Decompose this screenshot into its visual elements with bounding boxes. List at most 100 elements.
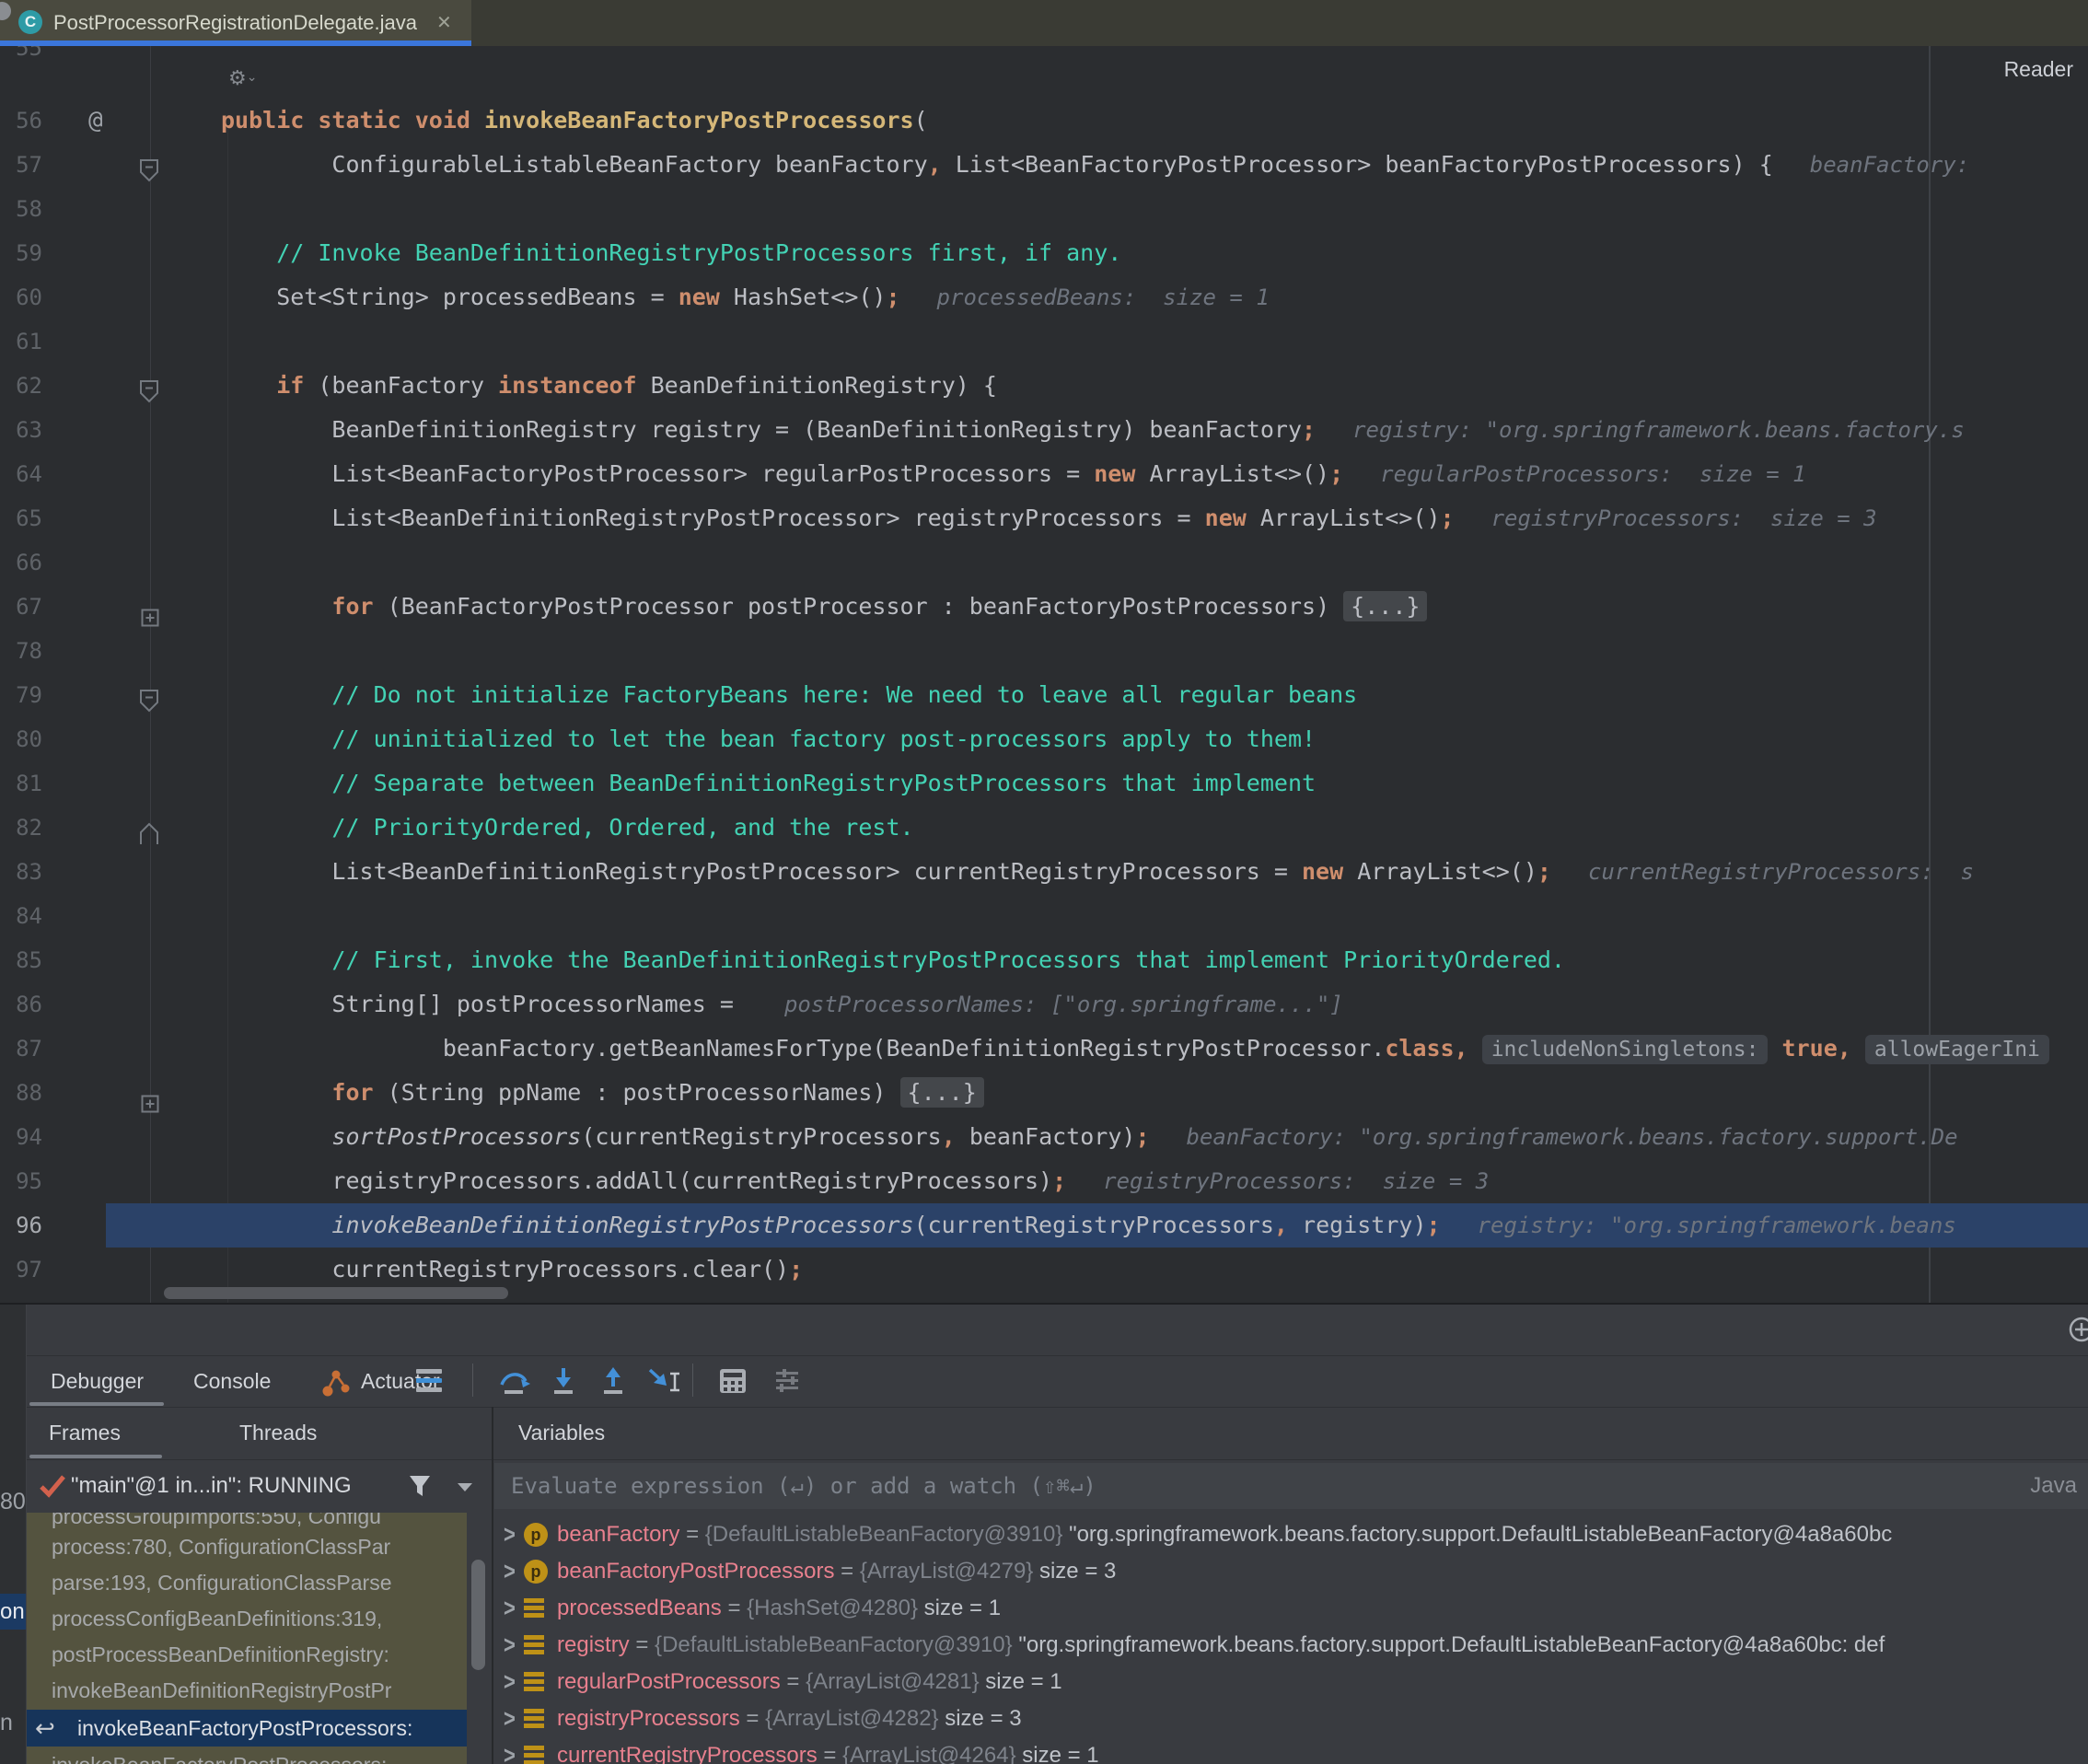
variable-row[interactable]: >processedBeans = {HashSet@4280} size = … [494, 1591, 2088, 1626]
code-line-59: 59 // Invoke BeanDefinitionRegistryPostP… [0, 231, 2088, 275]
line-number[interactable]: 80 [0, 717, 42, 761]
tab-debugger[interactable]: Debugger [51, 1355, 144, 1407]
line-number[interactable]: 62 [0, 364, 42, 408]
parameter-icon: p [524, 1560, 548, 1584]
debugger-inline-hint: beanFactory: [1810, 152, 1983, 178]
tab-frames-underline [29, 1455, 162, 1458]
tab-threads[interactable]: Threads [239, 1407, 317, 1459]
code-editor[interactable]: 5556@public static void invokeBeanFactor… [0, 46, 2088, 1303]
line-number[interactable]: 85 [0, 938, 42, 982]
code-line-79: 79 // Do not initialize FactoryBeans her… [0, 673, 2088, 717]
code-line-86: 86 String[] postProcessorNames = postPro… [0, 982, 2088, 1027]
layout-settings-icon[interactable] [771, 1365, 805, 1401]
edge-fragment: n [0, 1710, 26, 1741]
expand-chevron-icon[interactable]: > [504, 1665, 516, 1700]
debugger-inline-hint: registry: "org.springframework.beans.fac… [1352, 417, 1965, 443]
panel-divider[interactable] [492, 1407, 493, 1764]
line-number[interactable]: 59 [0, 231, 42, 275]
variables-list[interactable]: >pbeanFactory = {DefaultListableBeanFact… [494, 1513, 2088, 1764]
expand-chevron-icon[interactable]: > [504, 1628, 516, 1663]
line-number[interactable]: 83 [0, 850, 42, 894]
line-number[interactable]: 55 [0, 46, 42, 70]
frames-list[interactable]: processGroupImports:550, Configuprocess:… [26, 1513, 467, 1764]
expand-chevron-icon[interactable]: > [504, 1591, 516, 1626]
evaluate-expression-input[interactable]: Evaluate expression (↵) or add a watch (… [494, 1463, 2088, 1509]
run-to-cursor-icon[interactable] [646, 1365, 681, 1403]
circle-plus-icon[interactable] [2068, 1316, 2088, 1348]
local-variable-icon [524, 1707, 546, 1736]
reader-mode-label[interactable]: Reader [2004, 57, 2073, 82]
variable-row[interactable]: >registryProcessors = {ArrayList@4282} s… [494, 1701, 2088, 1736]
filter-funnel-icon[interactable] [406, 1473, 434, 1503]
line-number[interactable]: 60 [0, 275, 42, 319]
line-number[interactable]: 64 [0, 452, 42, 496]
left-edge-strip: 80 n [0, 1305, 27, 1764]
line-number[interactable]: 65 [0, 496, 42, 540]
debugger-inline-hint: registryProcessors: size = 3 [1103, 1168, 1489, 1194]
close-icon[interactable]: ✕ [436, 0, 452, 46]
stack-frame-selected[interactable]: ↩invokeBeanFactoryPostProcessors: [26, 1710, 467, 1747]
line-number[interactable]: 58 [0, 187, 42, 231]
line-number[interactable]: 66 [0, 540, 42, 585]
code-line-78: 78 [0, 629, 2088, 673]
line-number[interactable]: 81 [0, 761, 42, 806]
stack-frame[interactable]: process:780, ConfigurationClassPar [26, 1529, 467, 1564]
editor-tab[interactable]: C PostProcessorRegistrationDelegate.java… [0, 0, 471, 46]
expand-chevron-icon[interactable]: > [504, 1517, 516, 1552]
line-number[interactable]: 95 [0, 1159, 42, 1203]
line-number[interactable]: 82 [0, 806, 42, 850]
variable-row[interactable]: >pbeanFactoryPostProcessors = {ArrayList… [494, 1554, 2088, 1589]
code-line-85: 85 // First, invoke the BeanDefinitionRe… [0, 938, 2088, 982]
code-line-96: 96 invokeBeanDefinitionRegistryPostProce… [0, 1203, 2088, 1248]
tab-frames[interactable]: Frames [49, 1407, 121, 1459]
stack-frame[interactable]: invokeBeanFactoryPostProcessors: [26, 1747, 467, 1764]
evaluate-calculator-icon[interactable] [716, 1365, 749, 1401]
edge-fragment-selected: on [0, 1594, 26, 1630]
stack-frame[interactable]: parse:193, ConfigurationClassParse [26, 1565, 467, 1600]
thread-selector[interactable]: "main"@1 in...in": RUNNING [27, 1459, 492, 1513]
step-out-icon[interactable] [597, 1365, 630, 1403]
step-over-icon[interactable] [497, 1365, 530, 1403]
editor-tab-bar: C PostProcessorRegistrationDelegate.java… [0, 0, 2088, 46]
line-number[interactable]: 86 [0, 982, 42, 1027]
line-number[interactable]: 96 [0, 1203, 42, 1248]
code-line-57: 57 ConfigurableListableBeanFactory beanF… [0, 143, 2088, 187]
variable-row[interactable]: >registry = {DefaultListableBeanFactory@… [494, 1628, 2088, 1663]
layout-menu-icon[interactable] [416, 1369, 442, 1397]
stack-frame[interactable]: postProcessBeanDefinitionRegistry: [26, 1637, 467, 1672]
line-number[interactable]: 97 [0, 1248, 42, 1292]
step-into-icon[interactable] [547, 1365, 580, 1403]
line-number[interactable]: 56 [0, 99, 42, 143]
stack-frame[interactable]: processConfigBeanDefinitions:319, [26, 1601, 467, 1636]
frames-scrollbar[interactable] [471, 1560, 485, 1670]
expand-chevron-icon[interactable]: > [504, 1554, 516, 1589]
line-number[interactable]: 84 [0, 894, 42, 938]
line-number[interactable]: 88 [0, 1071, 42, 1115]
code-line-97: 97 currentRegistryProcessors.clear(); [0, 1248, 2088, 1292]
line-number[interactable]: 63 [0, 408, 42, 452]
code-line-58: 58 [0, 187, 2088, 231]
line-number[interactable]: 87 [0, 1027, 42, 1071]
line-number[interactable]: 78 [0, 629, 42, 673]
line-number[interactable]: 57 [0, 143, 42, 187]
variable-row[interactable]: >pbeanFactory = {DefaultListableBeanFact… [494, 1517, 2088, 1552]
variable-row[interactable]: >regularPostProcessors = {ArrayList@4281… [494, 1665, 2088, 1700]
annotated-gutter-icon[interactable]: @ [88, 99, 103, 143]
code-vision-gear-icon[interactable]: ⚙⌄ [228, 66, 257, 90]
stack-frame[interactable]: invokeBeanDefinitionRegistryPostPr [26, 1673, 467, 1708]
variable-row[interactable]: >currentRegistryProcessors = {ArrayList@… [494, 1738, 2088, 1764]
code-line-94: 94 sortPostProcessors(currentRegistryPro… [0, 1115, 2088, 1159]
expand-chevron-icon[interactable]: > [504, 1738, 516, 1764]
code-line-95: 95 registryProcessors.addAll(currentRegi… [0, 1159, 2088, 1203]
line-number[interactable]: 67 [0, 585, 42, 629]
line-number[interactable]: 94 [0, 1115, 42, 1159]
line-number[interactable]: 79 [0, 673, 42, 717]
code-line-55: 55 [0, 46, 2088, 70]
code-line-81: 81 // Separate between BeanDefinitionReg… [0, 761, 2088, 806]
horizontal-scrollbar[interactable] [164, 1287, 508, 1299]
parameter-icon: p [524, 1523, 548, 1547]
code-line-62: 62 if (beanFactory instanceof BeanDefini… [0, 364, 2088, 408]
line-number[interactable]: 61 [0, 319, 42, 364]
expand-chevron-icon[interactable]: > [504, 1701, 516, 1736]
tab-console[interactable]: Console [193, 1355, 271, 1407]
